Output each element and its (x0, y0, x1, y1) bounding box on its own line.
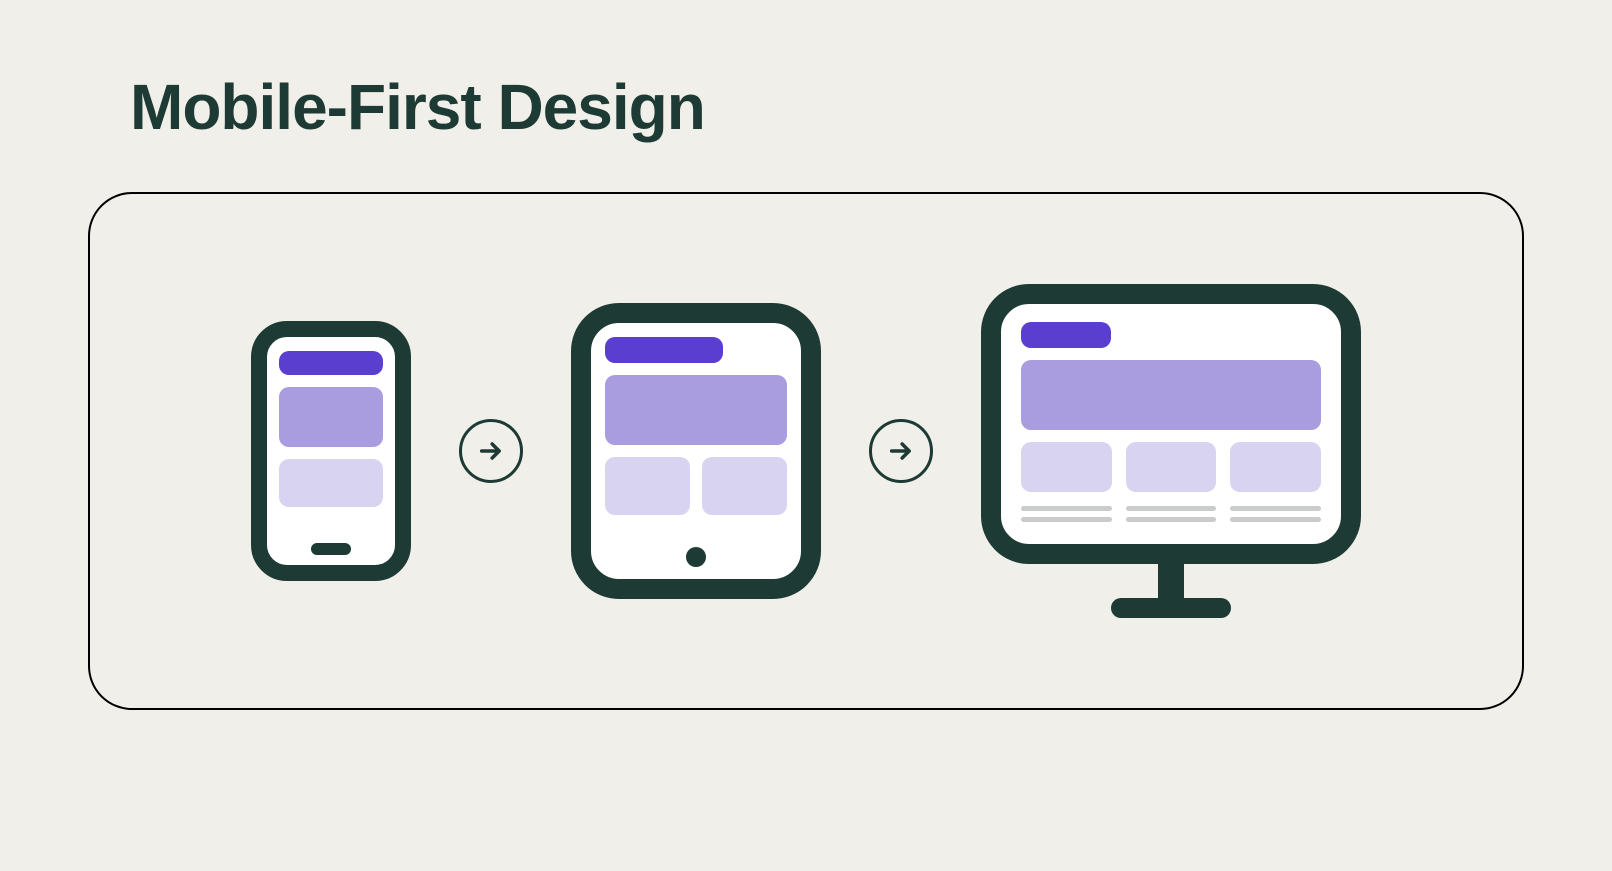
desktop-text-lines (1021, 506, 1321, 522)
arrow-right-icon (869, 419, 933, 483)
diagram-panel (88, 192, 1524, 710)
device-tablet (571, 303, 821, 599)
desktop-card-3 (1230, 442, 1321, 492)
arrow-right-icon (459, 419, 523, 483)
desktop-card-1 (1021, 442, 1112, 492)
device-phone (251, 321, 411, 581)
tablet-home-button-icon (686, 547, 706, 567)
phone-header-block (279, 351, 383, 375)
device-desktop (981, 284, 1361, 618)
tablet-hero-block (605, 375, 787, 445)
monitor-stand-neck (1158, 558, 1184, 598)
desktop-header-block (1021, 322, 1111, 348)
page-title: Mobile-First Design (130, 70, 705, 144)
desktop-card-2 (1126, 442, 1217, 492)
phone-hero-block (279, 387, 383, 447)
phone-home-button-icon (311, 543, 351, 555)
device-flow-row (90, 284, 1522, 618)
tablet-header-block (605, 337, 723, 363)
phone-content-block (279, 459, 383, 507)
tablet-card-2 (702, 457, 787, 515)
desktop-hero-block (1021, 360, 1321, 430)
monitor-stand-base (1111, 598, 1231, 618)
tablet-card-1 (605, 457, 690, 515)
desktop-monitor (981, 284, 1361, 564)
